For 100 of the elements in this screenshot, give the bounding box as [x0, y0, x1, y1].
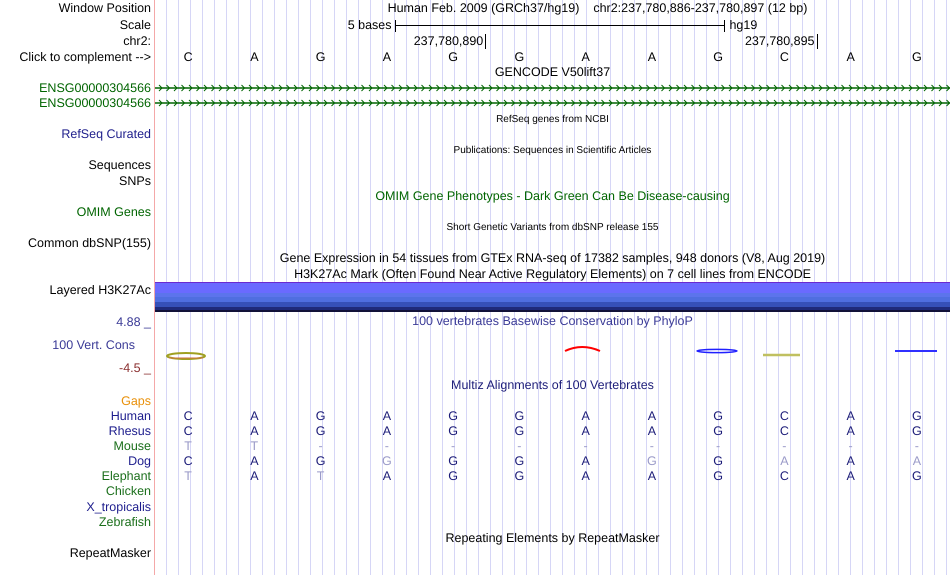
track-title: Short Genetic Variants from dbSNP release 155 [446, 221, 658, 236]
aligned-base: C [184, 409, 193, 424]
aligned-base: G [514, 424, 524, 439]
aligned-base: A [250, 409, 259, 424]
track-label[interactable]: OMIM Genes [76, 204, 151, 220]
track-label[interactable]: Zebrafish [98, 515, 151, 530]
aligned-base: A [581, 424, 590, 439]
aligned-base: C [780, 409, 789, 424]
aligned-base: A [581, 409, 590, 424]
aligned-base: G [912, 424, 922, 439]
track-label[interactable]: Layered H3K27Ac [50, 283, 151, 298]
track-label[interactable]: 100 Vert. Cons [52, 338, 135, 353]
sequence-base: G [912, 50, 922, 64]
aligned-base: G [514, 454, 524, 469]
aligned-base: A [382, 424, 392, 439]
aligned-base: A [581, 454, 590, 469]
track-title: 100 vertebrates Basewise Conservation by PhyloP [412, 314, 693, 329]
sequence-base: G [514, 50, 524, 64]
aligned-base: A [648, 409, 656, 424]
aligned-base: C [780, 424, 789, 439]
aligned-base: G [514, 409, 524, 424]
aligned-base: - [584, 439, 588, 454]
aligned-base: C [184, 424, 193, 439]
track-label[interactable]: Common dbSNP(155) [28, 236, 151, 251]
row-label: chr2: [123, 34, 151, 49]
aligned-base: G [382, 454, 392, 469]
aligned-base: A [648, 424, 656, 439]
aligned-base: G [713, 469, 723, 484]
sequence-base: G [316, 50, 326, 64]
aligned-base: A [846, 424, 855, 439]
gene-label[interactable]: ENSG00000304566 [39, 80, 151, 96]
coordinate-label: 237,780,890 [414, 34, 486, 49]
aligned-base: G [912, 469, 922, 484]
track-title: Gene Expression in 54 tissues from GTEx RNA-seq of 17382 samples, 948 donors (V8, Aug 2019) [280, 251, 826, 266]
aligned-base: A [846, 409, 855, 424]
axis-max-label: 4.88 _ [116, 315, 151, 330]
row-label: Scale [120, 18, 151, 33]
aligned-base: G [316, 424, 326, 439]
axis-min-label: -4.5 _ [119, 361, 151, 376]
species-label[interactable]: Mouse [113, 439, 151, 454]
position-title: chr2:237,780,886-237,780,897 (12 bp) [593, 1, 808, 16]
sequence-base: C [184, 50, 193, 64]
assembly-text: hg19 [729, 18, 758, 33]
complement-link[interactable]: Click to complement --> [19, 50, 151, 64]
sequence-base: G [448, 50, 458, 64]
sequence-base: A [648, 50, 656, 64]
track-label[interactable]: SNPs [119, 174, 151, 189]
aligned-base: T [250, 439, 258, 454]
track-label[interactable]: Chicken [106, 484, 151, 500]
aligned-base: A [846, 469, 855, 484]
track-title: H3K27Ac Mark (Often Found Near Active Regulatory Elements) on 7 cell lines from ENCODE [294, 266, 811, 282]
aligned-base: A [250, 424, 259, 439]
coordinate-label: 237,780,895 [744, 34, 818, 49]
aligned-base: - [848, 439, 853, 454]
aligned-base: A [250, 469, 259, 484]
aligned-base: A [780, 454, 789, 469]
aligned-base: G [448, 409, 458, 424]
aligned-base: - [650, 439, 654, 454]
aligned-base: A [846, 454, 855, 469]
track-title: OMIM Gene Phenotypes - Dark Green Can Be Disease-causing [375, 189, 730, 204]
track-title: Publications: Sequences in Scientific Articles [454, 144, 652, 158]
sequence-base: G [713, 50, 723, 64]
sequence-base: A [581, 50, 590, 64]
aligned-base: C [184, 454, 193, 469]
aligned-base: C [780, 469, 789, 484]
track-label[interactable]: Sequences [88, 158, 151, 174]
assembly-title: Human Feb. 2009 (GRCh37/hg19) [388, 1, 580, 16]
species-label[interactable]: Human [110, 409, 151, 424]
aligned-base: G [912, 409, 922, 424]
species-label[interactable]: Dog [128, 454, 151, 469]
aligned-base: A [581, 469, 590, 484]
aligned-base: - [517, 439, 522, 454]
sequence-base: A [846, 50, 855, 64]
aligned-base: G [713, 454, 723, 469]
track-label[interactable]: X_tropicalis [86, 500, 151, 515]
aligned-base: - [782, 439, 786, 454]
aligned-base: T [184, 469, 192, 484]
scale-text: 5 bases [348, 18, 392, 33]
aligned-base: G [514, 469, 524, 484]
sequence-base: A [250, 50, 259, 64]
track-title: Repeating Elements by RepeatMasker [445, 530, 660, 546]
row-label: Window Position [58, 1, 151, 16]
species-label[interactable]: Elephant [102, 469, 151, 484]
gene-label[interactable]: ENSG00000304566 [39, 96, 151, 112]
species-label[interactable]: Rhesus [108, 424, 151, 439]
aligned-base: G [647, 454, 657, 469]
aligned-base: A [648, 469, 656, 484]
aligned-base: - [716, 439, 720, 454]
sequence-base: C [780, 50, 789, 64]
aligned-base: G [316, 454, 326, 469]
aligned-base: T [184, 439, 192, 454]
aligned-base: G [713, 424, 723, 439]
aligned-base: G [316, 409, 326, 424]
track-title: Multiz Alignments of 100 Vertebrates [451, 378, 654, 394]
aligned-base: A [382, 409, 392, 424]
track-title: GENCODE V50lift37 [494, 65, 610, 80]
aligned-base: G [448, 469, 458, 484]
track-label[interactable]: RefSeq Curated [61, 127, 151, 142]
aligned-base: - [384, 439, 389, 454]
track-label[interactable]: RepeatMasker [70, 546, 151, 562]
